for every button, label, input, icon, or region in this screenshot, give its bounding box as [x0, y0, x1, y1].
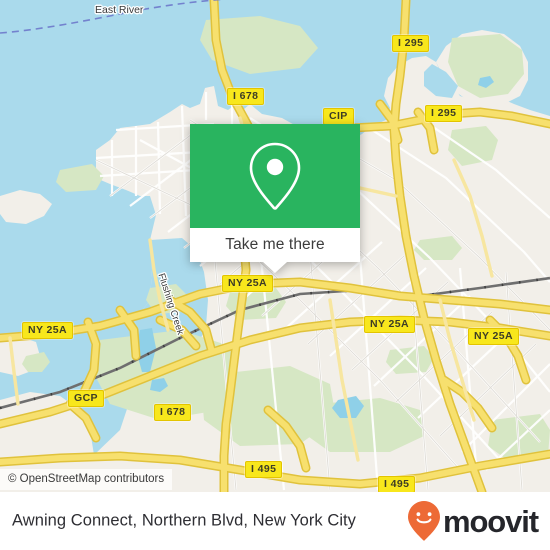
shield-i-678-south[interactable]: I 678 [154, 404, 192, 421]
map-screenshot: East River Flushing Creek I 295 I 295 I … [0, 0, 550, 550]
shield-cip[interactable]: CIP [323, 108, 354, 125]
callout-action-area[interactable]: Take me there [190, 228, 360, 273]
shield-ny-25a-west[interactable]: NY 25A [22, 322, 73, 339]
moovit-brand[interactable]: moovit [407, 500, 539, 542]
osm-attribution[interactable]: © OpenStreetMap contributors [0, 469, 173, 490]
shield-i-495-west[interactable]: I 495 [245, 461, 283, 478]
shield-ny-25a-center[interactable]: NY 25A [222, 275, 273, 292]
page-title: Awning Connect, Northern Blvd, New York … [12, 511, 356, 530]
shield-ny-25a-far-east[interactable]: NY 25A [468, 328, 519, 345]
shield-gcp[interactable]: GCP [68, 390, 104, 407]
moovit-wordmark: moovit [442, 503, 539, 539]
callout-pin-area [190, 124, 360, 228]
shield-i-295-east[interactable]: I 295 [425, 105, 463, 122]
location-callout-card[interactable]: Take me there [190, 124, 360, 273]
map-canvas[interactable]: East River Flushing Creek I 295 I 295 I … [0, 0, 550, 492]
take-me-there-label: Take me there [225, 236, 325, 253]
water-label-east-river: East River [95, 4, 144, 16]
moovit-pin-smiley-icon [407, 501, 440, 541]
footer-bar: Awning Connect, Northern Blvd, New York … [0, 492, 550, 550]
callout-tail [263, 262, 287, 273]
shield-ny-25a-east[interactable]: NY 25A [364, 316, 415, 333]
water-pond-west [34, 256, 152, 304]
map-pin-icon [249, 142, 301, 210]
shield-i-678-north[interactable]: I 678 [227, 88, 265, 105]
shield-i-295-north[interactable]: I 295 [392, 35, 430, 52]
shield-i-495-east[interactable]: I 495 [378, 476, 416, 492]
